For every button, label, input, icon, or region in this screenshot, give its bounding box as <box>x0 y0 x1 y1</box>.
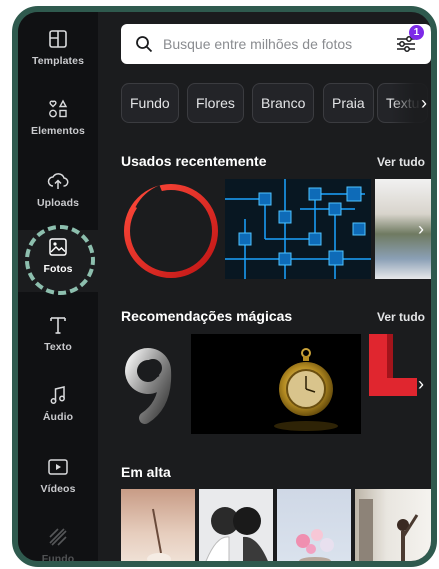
section-title-trending: Em alta <box>121 464 171 480</box>
section-title-magic: Recomendações mágicas <box>121 308 293 324</box>
magic-next-button[interactable]: › <box>409 372 431 396</box>
text-icon <box>47 314 69 336</box>
search-icon <box>135 34 155 54</box>
chip-fundo[interactable]: Fundo <box>121 83 179 123</box>
cloud-upload-icon <box>47 170 69 192</box>
search-input[interactable] <box>163 36 391 52</box>
filter-count-badge: 1 <box>409 25 424 40</box>
sidebar-item-texto[interactable]: Texto <box>18 308 98 370</box>
chevron-right-icon: › <box>421 92 427 113</box>
sidebar-item-label: Templates <box>31 55 85 67</box>
category-chips: Fundo Flores Branco Praia Textu › <box>121 83 431 123</box>
sidebar-item-label: Fundo <box>41 553 75 565</box>
see-all-magic-link[interactable]: Ver tudo <box>377 310 425 324</box>
magic-recommendations-row: › <box>121 334 431 434</box>
see-all-recent-link[interactable]: Ver tudo <box>377 155 425 169</box>
sidebar: Templates Elementos Uploads Fotos Texto … <box>18 12 98 561</box>
photo-thumb[interactable] <box>121 334 187 434</box>
sidebar-item-label: Vídeos <box>40 483 76 495</box>
sidebar-item-fotos[interactable]: Fotos <box>18 230 98 292</box>
sidebar-item-elementos[interactable]: Elementos <box>18 92 98 154</box>
trending-photos-row <box>121 489 431 561</box>
video-icon <box>47 456 69 478</box>
chip-praia[interactable]: Praia <box>323 83 374 123</box>
sidebar-item-fundo[interactable]: Fundo <box>18 520 98 565</box>
chevron-right-icon: › <box>418 218 424 239</box>
photo-thumb[interactable] <box>225 179 371 279</box>
sidebar-item-audio[interactable]: Áudio <box>18 378 98 440</box>
app-frame: Templates Elementos Uploads Fotos Texto … <box>12 6 437 567</box>
sidebar-item-uploads[interactable]: Uploads <box>18 164 98 226</box>
sidebar-item-label: Elementos <box>31 125 85 137</box>
template-icon <box>47 28 69 50</box>
chip-branco[interactable]: Branco <box>252 83 315 123</box>
sidebar-item-label: Texto <box>44 341 72 353</box>
photo-thumb[interactable] <box>277 489 351 561</box>
photo-thumb[interactable] <box>121 489 195 561</box>
photo-thumb[interactable] <box>355 489 431 561</box>
chevron-right-icon: › <box>418 373 424 394</box>
photos-panel: 1 Fundo Flores Branco Praia Textu › Usad… <box>98 12 431 561</box>
photo-thumb[interactable] <box>121 179 221 279</box>
photo-thumb[interactable] <box>191 334 361 434</box>
sidebar-item-label: Uploads <box>36 197 80 209</box>
recent-photos-row: › <box>121 179 431 279</box>
music-note-icon <box>47 384 69 406</box>
chips-next-button[interactable]: › <box>391 83 431 123</box>
sidebar-item-label: Áudio <box>42 411 74 423</box>
sidebar-item-videos[interactable]: Vídeos <box>18 450 98 512</box>
filter-button[interactable]: 1 <box>391 25 424 59</box>
shapes-icon <box>47 98 69 120</box>
background-icon <box>47 526 69 548</box>
photo-thumb[interactable] <box>199 489 273 561</box>
chip-flores[interactable]: Flores <box>187 83 244 123</box>
image-icon <box>47 236 69 258</box>
sidebar-item-label: Fotos <box>43 263 73 275</box>
section-title-recent: Usados recentemente <box>121 153 267 169</box>
search-bar: 1 <box>121 24 431 64</box>
recent-next-button[interactable]: › <box>409 217 431 241</box>
sidebar-item-templates[interactable]: Templates <box>18 22 98 84</box>
